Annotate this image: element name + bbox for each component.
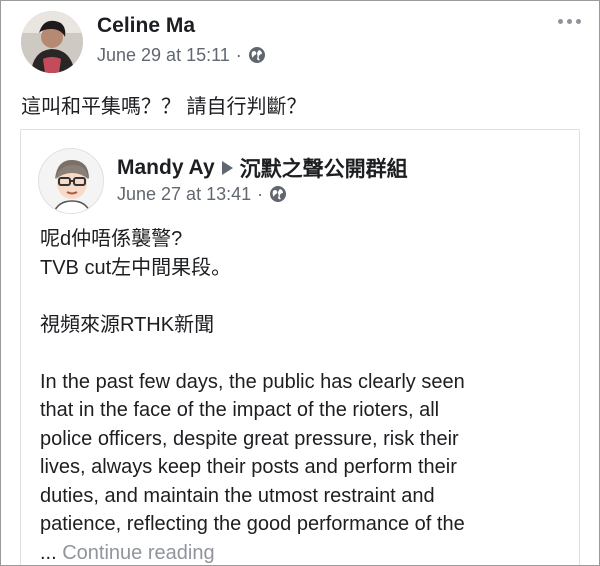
author-avatar[interactable]: [21, 11, 83, 73]
shared-post-body: 呢d仲唔係襲警? TVB cut左中間果段。 視頻來源RTHK新聞 In the…: [40, 225, 570, 566]
meta-separator: ·: [257, 183, 264, 204]
post-meta: June 29 at 15:11 ·: [97, 44, 266, 66]
meta-separator: ·: [235, 44, 242, 65]
more-options-icon[interactable]: [558, 19, 581, 24]
right-arrow-icon: [221, 161, 233, 175]
shared-post-card[interactable]: Mandy Ay 沉默之聲公開群組 June 27 at 13:41 · 呢d仲…: [20, 129, 580, 566]
body-paragraph-line: duties, and maintain the utmost restrain…: [40, 484, 435, 507]
body-paragraph-line: police officers, despite great pressure,…: [40, 427, 459, 450]
ellipsis: ...: [40, 541, 57, 564]
globe-icon[interactable]: [248, 46, 266, 64]
group-name[interactable]: 沉默之聲公開群組: [240, 153, 408, 183]
body-line: 視頻來源RTHK新聞: [40, 313, 215, 336]
body-line: 呢d仲唔係襲警?: [40, 228, 183, 250]
body-line: TVB cut左中間果段。: [40, 256, 232, 279]
truncated-line: ... Continue reading: [40, 539, 570, 566]
shared-post-timestamp[interactable]: June 27 at 13:41: [117, 184, 251, 205]
body-paragraph-line: that in the face of the impact of the ri…: [40, 399, 440, 421]
facebook-post: Celine Ma June 29 at 15:11 · 這叫和平集嗎？？ 請自…: [0, 0, 600, 566]
globe-icon[interactable]: [269, 185, 287, 203]
shared-post-header: Mandy Ay 沉默之聲公開群組: [117, 153, 408, 183]
body-paragraph-line: In the past few days, the public has cle…: [40, 370, 465, 393]
shared-author-avatar[interactable]: [38, 148, 104, 214]
body-paragraph-line: lives, always keep their posts and perfo…: [40, 456, 457, 478]
author-name[interactable]: Celine Ma: [97, 14, 195, 38]
shared-author-name[interactable]: Mandy Ay: [117, 156, 215, 180]
continue-reading-link[interactable]: Continue reading: [62, 542, 214, 564]
post-text: 這叫和平集嗎？？ 請自行判斷？: [21, 96, 307, 118]
shared-post-meta: June 27 at 13:41 ·: [117, 183, 287, 205]
body-paragraph-line: patience, reflecting the good performanc…: [40, 513, 465, 535]
post-timestamp[interactable]: June 29 at 15:11: [97, 45, 230, 66]
